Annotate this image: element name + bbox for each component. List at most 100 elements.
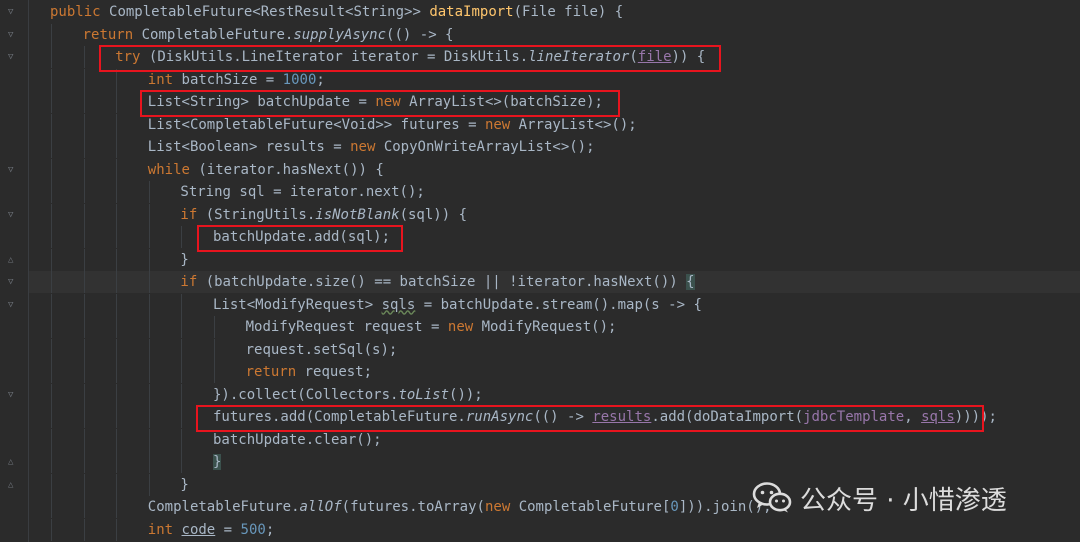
code-token: } (180, 476, 189, 493)
indent-guide (83, 226, 85, 248)
indent-guide (148, 361, 150, 383)
indent-guide (116, 293, 118, 316)
indent-guide (51, 248, 52, 271)
code-line[interactable]: int code = 500; (29, 518, 1080, 541)
code-token: isNotBlank (315, 206, 400, 223)
indent-guide (51, 361, 52, 383)
fold-marker-icon[interactable]: △ (8, 456, 19, 468)
code-token: public (50, 4, 110, 20)
indent-guide (214, 338, 215, 361)
indent-guide (181, 451, 183, 473)
code-line[interactable]: request.setSql(s); (29, 338, 1080, 361)
fold-marker-icon[interactable]: ▽ (8, 276, 19, 288)
code-text: int code = 500; (148, 519, 274, 541)
code-token: (File file) { (513, 4, 624, 20)
code-token: (StringUtils. (205, 206, 316, 223)
indent-guide (116, 91, 118, 113)
code-line[interactable]: }).collect(Collectors.toList()); (29, 383, 1080, 406)
wechat-icon (752, 482, 792, 513)
indent-guide (83, 338, 85, 361)
code-token: (() -> { (386, 26, 454, 43)
code-token: (sql)) { (399, 206, 467, 223)
code-line[interactable]: return CompletableFuture.supplyAsync(() … (29, 23, 1080, 46)
highlight-box (140, 90, 620, 117)
code-editor[interactable]: public CompletableFuture<RestResult<Stri… (29, 0, 1080, 542)
code-token: if (180, 274, 206, 290)
fold-marker-icon[interactable]: ▽ (8, 29, 19, 41)
code-line[interactable]: List<ModifyRequest> sqls = batchUpdate.s… (29, 293, 1080, 316)
code-token: (futures.toArray( (341, 499, 485, 515)
code-line[interactable]: } (29, 248, 1080, 271)
indent-guide (51, 113, 52, 136)
code-token: CopyOnWriteArrayList<>(); (383, 139, 595, 155)
code-text: if (StringUtils.isNotBlank(sql)) { (180, 204, 467, 226)
code-text: return request; (246, 361, 372, 383)
indent-guide (83, 248, 85, 271)
code-text: List<CompletableFuture<Void>> futures = … (148, 114, 637, 136)
code-line[interactable]: ModifyRequest request = new ModifyReques… (29, 316, 1080, 338)
indent-guide (116, 338, 118, 361)
indent-guide (51, 518, 52, 541)
code-token: List<Boolean> results = (147, 139, 351, 155)
ide-window: ▽ ▽ ▽ ▽ ▽ △ ▽ ▽ ▽ △ △ public CompletableFuture<Res… (0, 0, 1080, 542)
fold-marker-icon[interactable]: ▽ (8, 299, 19, 311)
indent-guide (51, 46, 52, 68)
code-line[interactable]: String sql = iterator.next(); (29, 181, 1080, 203)
code-token: new (484, 499, 519, 515)
code-token: if (180, 206, 206, 223)
code-token: ModifyRequest(); (481, 319, 617, 335)
indent-guide (83, 91, 85, 113)
code-token: int (147, 521, 182, 538)
code-token: toList (398, 386, 450, 403)
code-text: } (180, 249, 188, 271)
indent-guide (83, 46, 85, 68)
code-line[interactable]: return request; (29, 361, 1080, 383)
code-token: CompletableFuture. (141, 26, 294, 43)
code-token: } (213, 454, 222, 470)
editor-gutter[interactable]: ▽ ▽ ▽ ▽ ▽ △ ▽ ▽ ▽ △ △ (0, 0, 28, 542)
fold-marker-icon[interactable]: △ (8, 254, 19, 266)
code-token: batchSize = (181, 71, 283, 88)
indent-guide (148, 203, 150, 226)
fold-marker-icon[interactable]: ▽ (8, 209, 19, 221)
indent-guide (148, 406, 150, 428)
fold-marker-icon[interactable]: ▽ (8, 6, 19, 18)
code-token: CompletableFuture[ (518, 499, 671, 515)
code-token: ModifyRequest request = (245, 319, 448, 335)
indent-guide (116, 406, 118, 428)
indent-guide (181, 428, 183, 451)
indent-guide (116, 203, 118, 226)
code-text: CompletableFuture.allOf(futures.toArray(… (148, 496, 772, 518)
code-line[interactable]: if (batchUpdate.size() == batchSize || !… (29, 271, 1080, 293)
code-line[interactable]: if (StringUtils.isNotBlank(sql)) { (29, 203, 1080, 226)
code-token: (iterator.hasNext()) { (198, 161, 384, 178)
indent-guide (116, 113, 118, 136)
indent-guide (116, 496, 118, 518)
highlight-box (99, 45, 721, 72)
indent-guide (83, 68, 85, 91)
indent-guide (83, 136, 85, 158)
code-line[interactable]: int batchSize = 1000; (29, 68, 1080, 91)
indent-guide (83, 271, 85, 293)
fold-marker-icon[interactable]: △ (8, 479, 19, 491)
code-line[interactable]: batchUpdate.clear(); (29, 428, 1080, 451)
indent-guide (83, 361, 85, 383)
fold-marker-icon[interactable]: ▽ (8, 51, 19, 63)
fold-marker-icon[interactable]: ▽ (8, 389, 19, 401)
indent-guide (116, 473, 118, 496)
indent-guide (181, 316, 183, 338)
code-line[interactable]: List<CompletableFuture<Void>> futures = … (29, 113, 1080, 136)
code-line[interactable]: List<Boolean> results = new CopyOnWriteA… (29, 136, 1080, 158)
code-token: ()); (449, 386, 483, 403)
indent-guide (181, 406, 183, 428)
indent-guide (51, 23, 52, 46)
fold-marker-icon[interactable]: ▽ (8, 164, 19, 176)
code-token: dataImport (429, 4, 514, 20)
indent-guide (51, 181, 52, 203)
code-line[interactable]: public CompletableFuture<RestResult<Stri… (29, 1, 1080, 23)
indent-guide (116, 518, 118, 541)
code-line[interactable]: } (29, 451, 1080, 473)
code-line[interactable]: while (iterator.hasNext()) { (29, 158, 1080, 181)
code-line[interactable]: batchUpdate.add(sql); (29, 226, 1080, 248)
code-text: batchUpdate.clear(); (213, 429, 382, 451)
